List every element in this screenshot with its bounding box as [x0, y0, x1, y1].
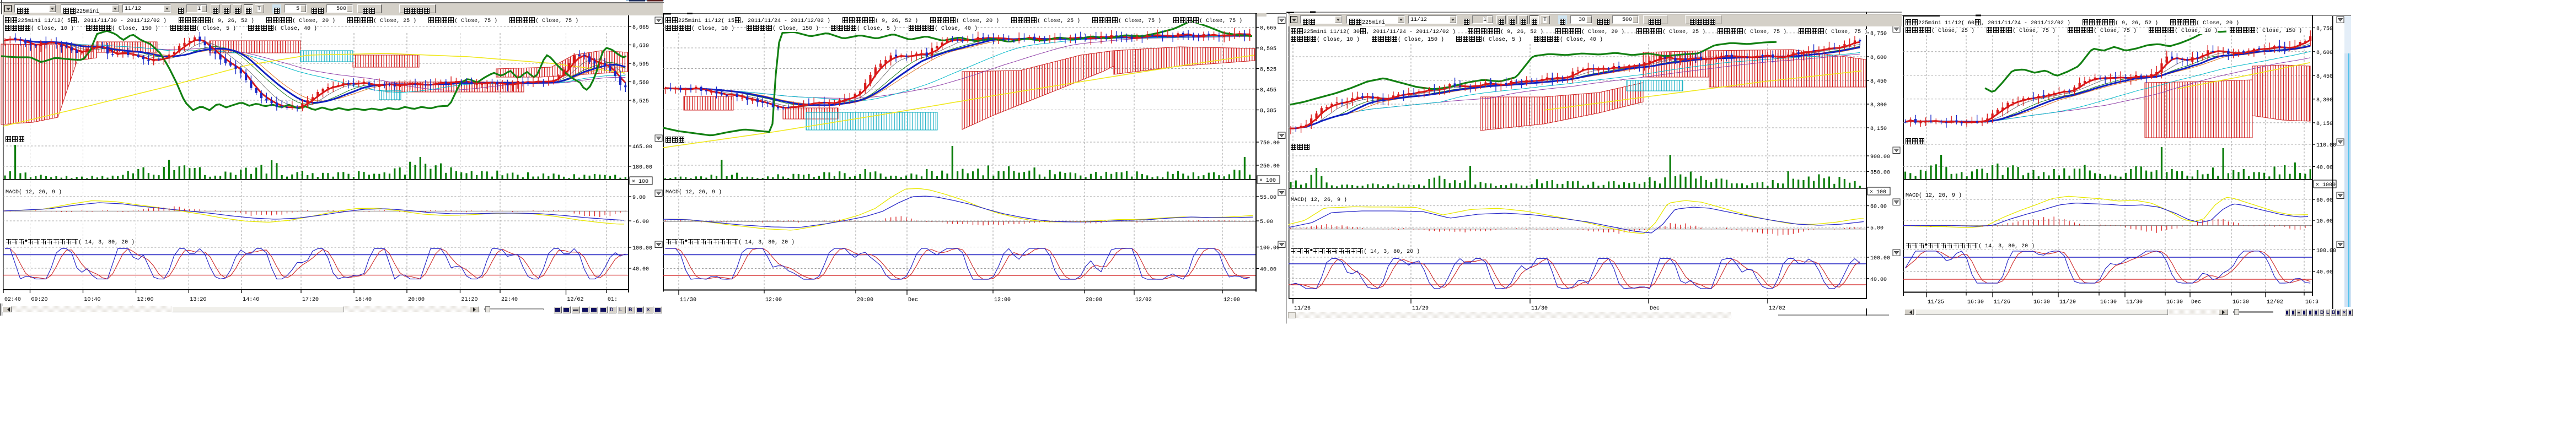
- svg-text:12/02: 12/02: [1135, 297, 1152, 303]
- svg-text:14:40: 14:40: [243, 297, 259, 303]
- svg-text:-6.00: -6.00: [632, 219, 649, 225]
- svg-text:100.00: 100.00: [1870, 256, 1890, 262]
- svg-text:40.00: 40.00: [1260, 267, 1276, 273]
- svg-text:40.00: 40.00: [1870, 277, 1887, 283]
- svg-text:8,525: 8,525: [632, 99, 649, 105]
- svg-text:8,600: 8,600: [1870, 55, 1887, 61]
- svg-text:8,560: 8,560: [632, 80, 649, 86]
- svg-text:8,595: 8,595: [632, 62, 649, 68]
- svg-text:16:30: 16:30: [2232, 300, 2249, 306]
- svg-text:60.00: 60.00: [2316, 198, 2333, 204]
- svg-text:× 100: × 100: [1870, 189, 1886, 196]
- svg-text:40.00: 40.00: [2316, 270, 2333, 276]
- svg-text:Dec: Dec: [1650, 306, 1660, 312]
- svg-text:20:00: 20:00: [857, 297, 873, 303]
- svg-text:12/02: 12/02: [2267, 299, 2283, 306]
- svg-text:20:00: 20:00: [1086, 297, 1102, 303]
- svg-text:20:00: 20:00: [408, 297, 425, 303]
- svg-text:9.00: 9.00: [632, 195, 646, 201]
- svg-text:8,150: 8,150: [2316, 121, 2333, 127]
- svg-text:8,595: 8,595: [1260, 46, 1276, 52]
- svg-text:12:00: 12:00: [994, 297, 1011, 303]
- svg-text:Dec: Dec: [908, 297, 918, 303]
- svg-text:40.00: 40.00: [632, 267, 649, 273]
- svg-text:5.00: 5.00: [1870, 225, 1883, 231]
- svg-text:01:: 01:: [608, 297, 618, 303]
- svg-text:Dec: Dec: [2191, 300, 2201, 306]
- svg-text:5.00: 5.00: [1260, 219, 1273, 225]
- svg-text:16:3: 16:3: [2305, 300, 2319, 306]
- svg-text:8,450: 8,450: [2316, 74, 2333, 80]
- svg-text:12:00: 12:00: [765, 297, 782, 303]
- svg-text:8,385: 8,385: [1260, 109, 1276, 115]
- svg-text:11/30: 11/30: [2126, 299, 2143, 306]
- svg-text:750.00: 750.00: [1260, 140, 1280, 147]
- svg-text:110.00: 110.00: [2316, 143, 2336, 149]
- svg-text:22:40: 22:40: [501, 297, 518, 303]
- svg-text:100.00: 100.00: [632, 246, 652, 252]
- svg-text:11/26: 11/26: [1994, 299, 2010, 306]
- svg-text:09:20: 09:20: [31, 297, 48, 303]
- svg-text:465.00: 465.00: [632, 144, 652, 150]
- svg-text:55.00: 55.00: [1260, 195, 1276, 201]
- svg-text:8,300: 8,300: [1870, 102, 1887, 109]
- svg-text:350.00: 350.00: [1870, 170, 1890, 176]
- svg-text:10:40: 10:40: [84, 297, 101, 303]
- svg-text:8,665: 8,665: [632, 25, 649, 31]
- svg-text:18:40: 18:40: [355, 297, 372, 303]
- svg-text:8,630: 8,630: [632, 44, 649, 50]
- svg-text:8,750: 8,750: [2316, 26, 2333, 32]
- svg-text:8,525: 8,525: [1260, 67, 1276, 73]
- svg-text:× 100: × 100: [632, 179, 648, 185]
- svg-text:60.00: 60.00: [1870, 204, 1887, 210]
- svg-text:8,300: 8,300: [2316, 97, 2333, 104]
- svg-text:12/02: 12/02: [1769, 305, 1785, 312]
- svg-text:16:30: 16:30: [1967, 300, 1984, 306]
- svg-text:8,600: 8,600: [2316, 50, 2333, 56]
- svg-text:8,665: 8,665: [1260, 26, 1276, 32]
- svg-text:02:40: 02:40: [4, 297, 21, 303]
- svg-text:8,455: 8,455: [1260, 88, 1276, 94]
- svg-text:10.00: 10.00: [2316, 219, 2333, 225]
- svg-text:16:30: 16:30: [2033, 300, 2050, 306]
- svg-text:11/25: 11/25: [1928, 299, 1944, 306]
- svg-text:11/30: 11/30: [680, 297, 696, 303]
- svg-text:8,150: 8,150: [1870, 126, 1887, 132]
- svg-text:250.00: 250.00: [1260, 164, 1280, 170]
- svg-text:40.00: 40.00: [2316, 165, 2333, 171]
- svg-text:13:20: 13:20: [190, 297, 206, 303]
- svg-text:11/26: 11/26: [1294, 305, 1311, 312]
- svg-text:11/29: 11/29: [2059, 299, 2076, 306]
- svg-text:8,450: 8,450: [1870, 79, 1887, 85]
- svg-text:100.00: 100.00: [2316, 248, 2336, 254]
- svg-text:12/02: 12/02: [567, 296, 584, 303]
- svg-text:× 100: × 100: [1259, 178, 1276, 184]
- svg-text:16:30: 16:30: [2166, 300, 2183, 306]
- svg-text:21:20: 21:20: [461, 297, 478, 303]
- svg-text:12:00: 12:00: [137, 297, 154, 303]
- svg-text:100.00: 100.00: [1260, 246, 1280, 252]
- svg-text:180.00: 180.00: [632, 165, 652, 171]
- svg-text:900.00: 900.00: [1870, 154, 1890, 160]
- svg-text:11/30: 11/30: [1531, 305, 1548, 312]
- svg-text:11/29: 11/29: [1412, 305, 1429, 312]
- svg-text:17:20: 17:20: [302, 297, 319, 303]
- svg-text:12:00: 12:00: [1223, 297, 1240, 303]
- svg-text:16:30: 16:30: [2100, 300, 2117, 306]
